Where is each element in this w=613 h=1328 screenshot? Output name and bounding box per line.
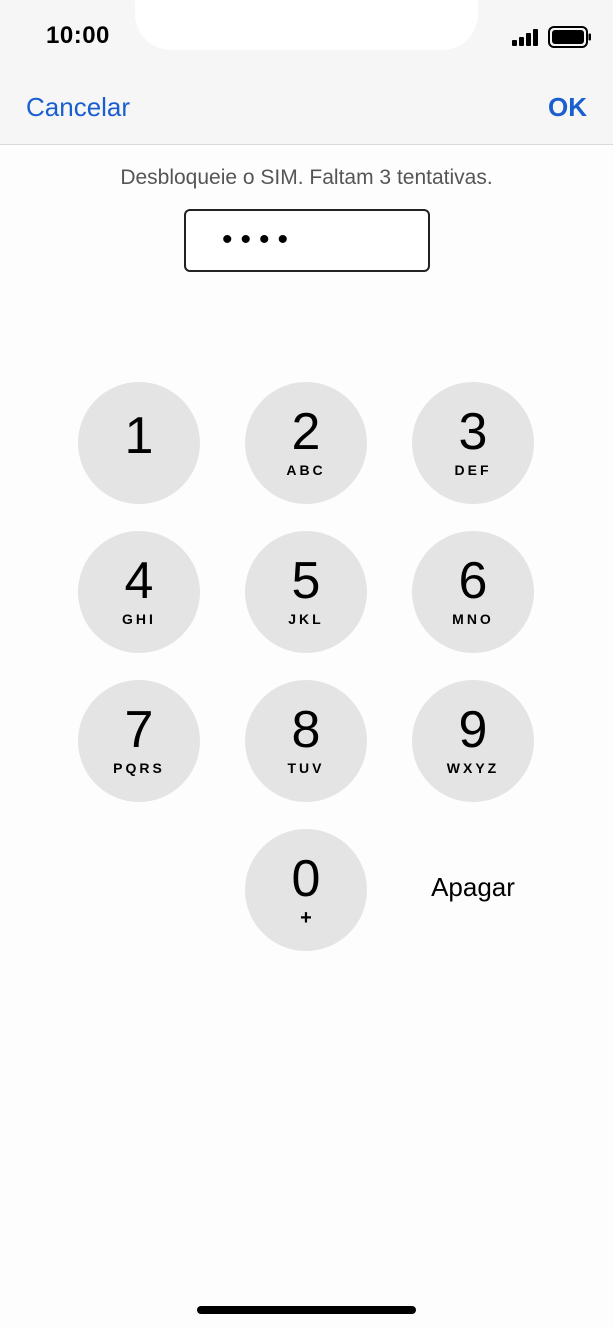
key-plus: + bbox=[300, 907, 312, 929]
battery-icon bbox=[548, 26, 591, 48]
home-indicator[interactable] bbox=[197, 1306, 416, 1314]
key-letters: PQRS bbox=[113, 760, 165, 776]
key-letters: DEF bbox=[454, 462, 492, 478]
cancel-button[interactable]: Cancelar bbox=[26, 92, 130, 123]
notch bbox=[135, 0, 478, 50]
delete-button[interactable]: Apagar bbox=[412, 872, 534, 903]
keypad-key-2[interactable]: 2 ABC bbox=[245, 382, 367, 504]
signal-icon bbox=[512, 29, 538, 46]
key-digit: 0 bbox=[291, 850, 321, 908]
key-digit: 8 bbox=[291, 701, 321, 759]
key-letters: JKL bbox=[288, 611, 324, 627]
status-time: 10:00 bbox=[46, 22, 110, 49]
key-digit: 7 bbox=[124, 701, 154, 759]
key-digit: 4 bbox=[124, 552, 154, 610]
keypad-key-4[interactable]: 4 GHI bbox=[78, 531, 200, 653]
pin-masked-value: •••• bbox=[222, 223, 297, 256]
key-letters: GHI bbox=[122, 611, 156, 627]
keypad-key-0[interactable]: 0 + bbox=[245, 829, 367, 951]
key-digit: 2 bbox=[291, 403, 321, 461]
sim-unlock-prompt: Desbloqueie o SIM. Faltam 3 tentativas. bbox=[120, 166, 493, 189]
keypad-key-7[interactable]: 7 PQRS bbox=[78, 680, 200, 802]
sim-unlock-screen: 10:00 Cancelar OK Desbloqueie o SIM. Fal… bbox=[0, 0, 613, 1328]
keypad-key-6[interactable]: 6 MNO bbox=[412, 531, 534, 653]
keypad-key-1[interactable]: 1 bbox=[78, 382, 200, 504]
key-letters: MNO bbox=[452, 611, 494, 627]
key-letters: WXYZ bbox=[446, 760, 500, 776]
ok-button[interactable]: OK bbox=[548, 92, 587, 123]
key-digit: 3 bbox=[458, 403, 488, 461]
key-digit: 6 bbox=[458, 552, 488, 610]
keypad-key-9[interactable]: 9 WXYZ bbox=[412, 680, 534, 802]
key-letters: TUV bbox=[287, 760, 325, 776]
key-digit: 5 bbox=[291, 552, 321, 610]
keypad-key-3[interactable]: 3 DEF bbox=[412, 382, 534, 504]
keypad-key-5[interactable]: 5 JKL bbox=[245, 531, 367, 653]
key-digit: 9 bbox=[458, 701, 488, 759]
key-digit: 1 bbox=[124, 407, 154, 465]
top-bar: 10:00 Cancelar OK bbox=[0, 0, 613, 145]
key-letters: ABC bbox=[286, 462, 326, 478]
keypad-key-8[interactable]: 8 TUV bbox=[245, 680, 367, 802]
pin-input[interactable]: •••• bbox=[184, 209, 430, 272]
